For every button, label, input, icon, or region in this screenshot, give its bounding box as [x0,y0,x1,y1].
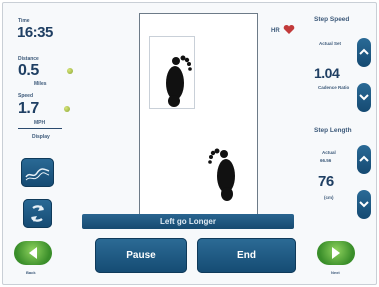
step-speed-title: Step Speed [314,16,350,23]
gait-trainer-screen: Time 16:35 Distance 0.5 Miles Speed 1.7 … [0,0,379,287]
distance-indicator [67,68,73,74]
graph-display-button[interactable] [21,158,54,187]
step-speed-unit: Cadence Ratio [318,85,350,90]
step-length-up-button[interactable] [357,145,371,174]
distance-unit: Miles [34,81,47,87]
next-button[interactable] [317,241,355,265]
status-message-bar: Left go Longer [82,214,294,229]
time-value: 16:35 [17,24,53,41]
speed-label: Speed [18,93,34,99]
footstep-display [139,13,258,226]
speed-value: 1.7 [18,100,39,117]
graph-icon [25,168,50,181]
step-length-value: 76 [318,173,334,190]
distance-value: 0.5 [18,62,39,79]
back-label: Back [26,270,36,275]
step-length-sub: Actual [322,150,336,155]
speed-indicator [64,106,70,112]
step-length-title: Step Length [314,127,352,134]
right-arrow-icon [332,247,340,259]
chevron-down-icon [359,201,369,208]
heart-icon [283,24,295,34]
step-speed-down-button[interactable] [357,83,371,112]
end-button[interactable]: End [197,238,296,273]
step-speed-up-button[interactable] [357,38,371,67]
step-length-down-button[interactable] [357,190,371,219]
swap-feet-button[interactable] [23,199,52,228]
right-footprint-icon [208,148,235,201]
chevron-up-icon [359,155,369,162]
speed-unit: MPH [34,120,46,126]
pause-button[interactable]: Pause [95,238,187,273]
chevron-down-icon [359,94,369,101]
step-length-unit: (cm) [324,195,334,200]
next-label: Next [331,270,340,275]
step-length-sub2: 66.56 [320,158,332,163]
step-speed-value: 1.04 [314,65,340,81]
left-arrow-icon [29,247,37,259]
back-button[interactable] [14,241,52,265]
divider [18,128,62,129]
swap-feet-icon [31,205,44,222]
left-footprint-icon [166,55,192,107]
display-label: Display [32,134,50,140]
step-speed-sub: Actual Set [319,41,342,46]
hr-label: HR [271,28,280,34]
chevron-up-icon [359,48,369,55]
